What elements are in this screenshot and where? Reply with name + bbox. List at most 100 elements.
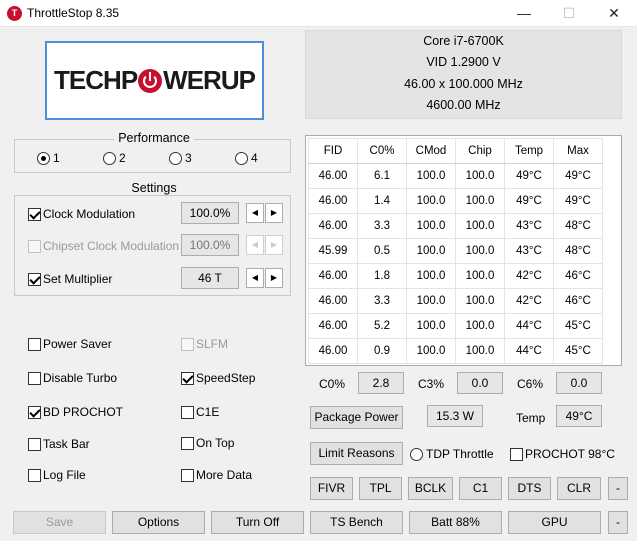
column-header: CMod bbox=[406, 138, 456, 164]
power-saver-checkbox[interactable]: Power Saver bbox=[28, 337, 112, 351]
table-cell: 0.5 bbox=[357, 238, 407, 264]
table-cell: 46.00 bbox=[308, 338, 358, 364]
table-cell: 49°C bbox=[504, 163, 554, 189]
multiplier-increase[interactable]: ▶ bbox=[265, 268, 283, 288]
performance-radio-2[interactable]: 2 bbox=[103, 151, 126, 165]
power-icon bbox=[138, 68, 163, 93]
table-cell: 100.0 bbox=[406, 238, 456, 264]
cpu-multiplier: 46.00 x 100.000 MHz bbox=[404, 77, 523, 91]
table-row: 46.00 3.3 100.0 100.0 43°C 48°C bbox=[308, 213, 603, 239]
chipset-modulation-increase[interactable]: ▶ bbox=[265, 235, 283, 255]
window-title: ThrottleStop 8.35 bbox=[27, 6, 120, 20]
log-file-checkbox[interactable]: Log File bbox=[28, 468, 86, 482]
column-header: Chip bbox=[455, 138, 505, 164]
table-cell: 49°C bbox=[553, 163, 603, 189]
settings-label: Settings bbox=[124, 181, 184, 195]
table-cell: 5.2 bbox=[357, 313, 407, 339]
slfm-checkbox[interactable]: SLFM bbox=[181, 337, 228, 351]
bclk-button[interactable]: BCLK bbox=[408, 477, 453, 500]
performance-radio-3[interactable]: 3 bbox=[169, 151, 192, 165]
clock-modulation-value: 100.0% bbox=[181, 202, 239, 224]
table-cell: 100.0 bbox=[455, 188, 505, 214]
table-cell: 100.0 bbox=[406, 288, 456, 314]
table-cell: 100.0 bbox=[406, 213, 456, 239]
dts-button[interactable]: DTS bbox=[508, 477, 551, 500]
chipset-clock-modulation-checkbox[interactable]: Chipset Clock Modulation bbox=[28, 239, 179, 253]
table-cell: 1.4 bbox=[357, 188, 407, 214]
table-cell: 46.00 bbox=[308, 263, 358, 289]
table-cell: 100.0 bbox=[455, 288, 505, 314]
clock-modulation-decrease[interactable]: ◀ bbox=[246, 203, 264, 223]
app-icon[interactable]: T bbox=[7, 6, 22, 21]
chipset-modulation-decrease[interactable]: ◀ bbox=[246, 235, 264, 255]
table-cell: 43°C bbox=[504, 213, 554, 239]
table-cell: 46.00 bbox=[308, 288, 358, 314]
clock-modulation-checkbox[interactable]: Clock Modulation bbox=[28, 207, 135, 221]
tdp-throttle-indicator: TDP Throttle bbox=[410, 447, 494, 461]
toolbar-dash-button[interactable]: - bbox=[608, 477, 628, 500]
table-row: 46.00 3.3 100.0 100.0 42°C 46°C bbox=[308, 288, 603, 314]
bd-prochot-checkbox[interactable]: BD PROCHOT bbox=[28, 405, 123, 419]
cpu-vid: VID 1.2900 V bbox=[426, 55, 501, 69]
set-multiplier-checkbox[interactable]: Set Multiplier bbox=[28, 272, 112, 286]
table-cell: 100.0 bbox=[455, 338, 505, 364]
clr-button[interactable]: CLR bbox=[557, 477, 601, 500]
performance-radio-4[interactable]: 4 bbox=[235, 151, 258, 165]
table-cell: 100.0 bbox=[406, 163, 456, 189]
save-button[interactable]: Save bbox=[13, 511, 106, 534]
clock-modulation-increase[interactable]: ▶ bbox=[265, 203, 283, 223]
table-cell: 46.00 bbox=[308, 313, 358, 339]
table-cell: 100.0 bbox=[455, 163, 505, 189]
on-top-checkbox[interactable]: On Top bbox=[181, 436, 234, 450]
c0-value: 2.8 bbox=[358, 372, 404, 394]
set-multiplier-value: 46 T bbox=[181, 267, 239, 289]
limit-reasons-button[interactable]: Limit Reasons bbox=[310, 442, 403, 465]
more-data-checkbox[interactable]: More Data bbox=[181, 468, 252, 482]
core-data-table: FID C0% CMod Chip Temp Max 46.00 6.1 100.0 100.0… bbox=[305, 135, 622, 366]
c6-value: 0.0 bbox=[556, 372, 602, 394]
fivr-button[interactable]: FIVR bbox=[310, 477, 353, 500]
temp-value: 49°C bbox=[556, 405, 602, 427]
table-cell: 100.0 bbox=[406, 188, 456, 214]
options-button[interactable]: Options bbox=[112, 511, 205, 534]
table-cell: 1.8 bbox=[357, 263, 407, 289]
table-cell: 46.00 bbox=[308, 213, 358, 239]
maximize-button[interactable]: ☐ bbox=[546, 0, 592, 27]
battery-button[interactable]: Batt 88% bbox=[409, 511, 502, 534]
cpu-name: Core i7-6700K bbox=[423, 34, 504, 48]
c0-label: C0% bbox=[319, 377, 346, 391]
task-bar-checkbox[interactable]: Task Bar bbox=[28, 437, 90, 451]
table-cell: 3.3 bbox=[357, 213, 407, 239]
table-cell: 45°C bbox=[553, 338, 603, 364]
c6-label: C6% bbox=[517, 377, 544, 391]
speedstep-checkbox[interactable]: SpeedStep bbox=[181, 371, 255, 385]
table-cell: 100.0 bbox=[455, 313, 505, 339]
bottom-dash-button[interactable]: - bbox=[608, 511, 628, 534]
prochot-checkbox[interactable]: PROCHOT 98°C bbox=[510, 447, 615, 461]
c1-button[interactable]: C1 bbox=[459, 477, 502, 500]
cpu-info-panel: Core i7-6700K VID 1.2900 V 46.00 x 100.0… bbox=[305, 30, 622, 119]
performance-radio-1[interactable]: 1 bbox=[37, 151, 60, 165]
turn-off-button[interactable]: Turn Off bbox=[211, 511, 304, 534]
performance-label: Performance bbox=[114, 131, 194, 145]
table-cell: 6.1 bbox=[357, 163, 407, 189]
multiplier-decrease[interactable]: ◀ bbox=[246, 268, 264, 288]
table-cell: 49°C bbox=[553, 188, 603, 214]
c1e-checkbox[interactable]: C1E bbox=[181, 405, 219, 419]
minimize-button[interactable]: — bbox=[501, 0, 547, 27]
table-cell: 46.00 bbox=[308, 188, 358, 214]
close-button[interactable]: ✕ bbox=[591, 0, 637, 27]
techpowerup-logo-button[interactable]: TECHP WERUP bbox=[45, 41, 264, 120]
table-row: 46.00 6.1 100.0 100.0 49°C 49°C bbox=[308, 163, 603, 189]
ts-bench-button[interactable]: TS Bench bbox=[310, 511, 403, 534]
gpu-button[interactable]: GPU bbox=[508, 511, 601, 534]
table-header-row: FID C0% CMod Chip Temp Max bbox=[308, 138, 603, 164]
tpl-button[interactable]: TPL bbox=[359, 477, 402, 500]
package-power-value: 15.3 W bbox=[427, 405, 483, 427]
disable-turbo-checkbox[interactable]: Disable Turbo bbox=[28, 371, 117, 385]
table-cell: 44°C bbox=[504, 313, 554, 339]
table-cell: 48°C bbox=[553, 213, 603, 239]
table-cell: 46.00 bbox=[308, 163, 358, 189]
package-power-button[interactable]: Package Power bbox=[310, 406, 403, 429]
table-cell: 100.0 bbox=[406, 338, 456, 364]
